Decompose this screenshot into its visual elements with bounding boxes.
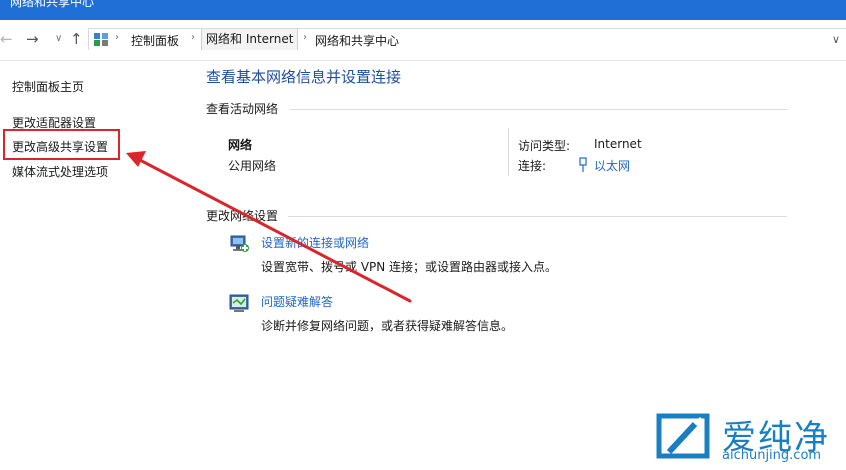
annotation-highlight-box	[3, 129, 120, 160]
setup-new-connection-description: 设置宽带、拨号或 VPN 连接；或设置路由器或接入点。	[261, 260, 558, 274]
control-panel-icon	[94, 33, 108, 46]
address-expand-chevron-icon[interactable]: ∨	[832, 33, 840, 46]
breadcrumb-separator[interactable]: ›	[115, 32, 119, 43]
divider-vertical	[508, 128, 509, 176]
network-type-link[interactable]: 公用网络	[228, 157, 276, 174]
window-title: 网络和共享中心	[10, 0, 95, 9]
forward-arrow-icon[interactable]: →	[26, 28, 39, 50]
connections-label: 连接:	[518, 159, 547, 173]
breadcrumb-sharing-center[interactable]: 网络和共享中心	[315, 32, 399, 49]
troubleshoot-problems-link[interactable]: 问题疑难解答	[261, 293, 333, 310]
address-bar: ← → ∨ ↑ › 控制面板 › 网络和 Internet › 网络和共享中心 …	[0, 20, 846, 61]
access-type-label: 访问类型:	[518, 139, 571, 153]
address-field[interactable]: › 控制面板 › 网络和 Internet › 网络和共享中心 ∨	[88, 28, 846, 50]
breadcrumb-network-internet[interactable]: 网络和 Internet	[201, 29, 299, 50]
active-networks-heading: 查看活动网络	[206, 102, 279, 116]
window-titlebar: 网络和共享中心	[0, 0, 846, 20]
troubleshoot-problems-description: 诊断并修复网络问题，或者获得疑难解答信息。	[261, 319, 514, 333]
divider	[288, 216, 787, 217]
back-arrow-icon[interactable]: ←	[0, 28, 13, 50]
watermark-logo-icon	[656, 413, 710, 459]
breadcrumb-separator[interactable]: ›	[191, 32, 195, 43]
breadcrumb-separator[interactable]: ›	[303, 32, 307, 43]
up-arrow-icon[interactable]: ↑	[70, 28, 83, 50]
ethernet-icon	[579, 157, 587, 172]
new-connection-icon	[230, 235, 249, 252]
network-name: 网络	[228, 138, 253, 152]
annotation-arrow	[126, 151, 412, 303]
access-type-value: Internet	[594, 137, 642, 151]
setup-new-connection-link[interactable]: 设置新的连接或网络	[261, 234, 369, 251]
troubleshoot-icon	[229, 294, 249, 312]
recent-locations-chevron-icon[interactable]: ∨	[55, 28, 62, 50]
sidebar-item-media-streaming[interactable]: 媒体流式处理选项	[12, 163, 108, 180]
change-settings-heading: 更改网络设置	[206, 209, 279, 223]
breadcrumb-control-panel[interactable]: 控制面板	[131, 32, 179, 49]
page-title: 查看基本网络信息并设置连接	[206, 68, 402, 86]
sidebar-home-link[interactable]: 控制面板主页	[12, 78, 84, 95]
ethernet-connection-link[interactable]: 以太网	[594, 157, 630, 174]
watermark-url: aichunjing.com	[722, 448, 822, 463]
divider	[290, 109, 787, 110]
